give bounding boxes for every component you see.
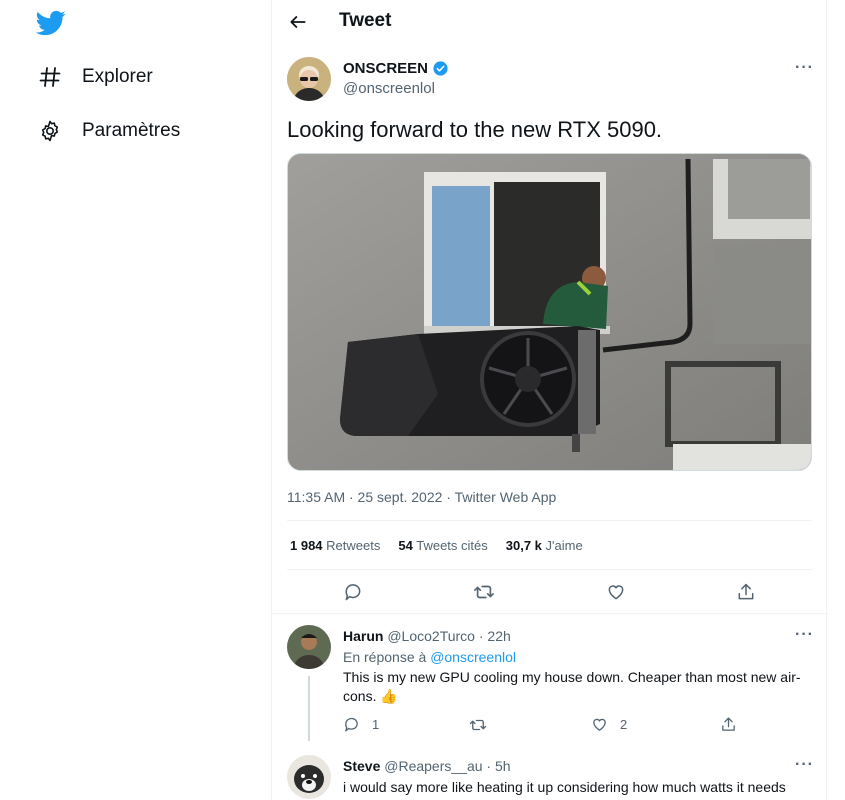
tweet-timestamp: 11:35 AM · 25 sept. 2022 · Twitter Web A… xyxy=(287,489,557,505)
reply-item[interactable]: Steve @Reapers__au · 5h ··· i would say … xyxy=(272,744,826,800)
tweet-actions xyxy=(272,578,826,608)
share-icon[interactable] xyxy=(732,578,760,606)
like-button[interactable]: 2 xyxy=(591,716,627,733)
sidebar-nav: Explorer Paramètres xyxy=(0,0,270,800)
hashtag-icon xyxy=(36,63,64,91)
reply-text: This is my new GPU cooling my house down… xyxy=(343,669,801,704)
retweet-icon[interactable] xyxy=(470,578,498,606)
more-options-icon[interactable]: ··· xyxy=(795,756,814,774)
main-column: Tweet ONSCREEN @onscreenlol ··· Looking … xyxy=(271,0,828,800)
avatar[interactable] xyxy=(287,57,331,101)
thread-line xyxy=(308,676,310,741)
page-header: Tweet xyxy=(272,0,826,44)
retweet-icon xyxy=(469,719,487,731)
like-icon xyxy=(593,718,606,731)
quotes-stat[interactable]: 54 Tweets cités xyxy=(398,538,487,553)
author-name[interactable]: ONSCREEN xyxy=(343,60,449,77)
reply-icon xyxy=(345,717,358,732)
page-title: Tweet xyxy=(339,10,392,31)
mention-link[interactable]: @onscreenlol xyxy=(430,649,516,665)
divider xyxy=(287,520,812,521)
arrow-left-icon[interactable] xyxy=(284,8,312,36)
sidebar-item-parametres[interactable]: Paramètres xyxy=(36,111,180,151)
gear-icon xyxy=(36,117,64,145)
like-icon[interactable] xyxy=(602,578,630,606)
reply-author[interactable]: Steve @Reapers__au · 5h xyxy=(343,758,511,774)
reply-author[interactable]: Harun @Loco2Turco · 22h xyxy=(343,628,511,644)
sidebar-item-explorer[interactable]: Explorer xyxy=(36,57,153,97)
avatar[interactable] xyxy=(287,625,331,669)
retweets-stat[interactable]: 1 984 Retweets xyxy=(290,538,380,553)
tweet-text: Looking forward to the new RTX 5090. xyxy=(287,117,663,142)
avatar[interactable] xyxy=(287,755,331,799)
more-options-icon[interactable]: ··· xyxy=(795,59,814,77)
tweet-stats: 1 984 Retweets 54 Tweets cités 30,7 k J'… xyxy=(290,538,601,553)
likes-stat[interactable]: 30,7 k J'aime xyxy=(506,538,583,553)
twitter-bird-icon[interactable] xyxy=(35,8,66,38)
more-options-icon[interactable]: ··· xyxy=(795,626,814,644)
reply-icon[interactable] xyxy=(339,578,367,606)
divider xyxy=(287,569,812,570)
sidebar-item-label: Explorer xyxy=(82,66,153,87)
tweet-image[interactable] xyxy=(287,153,812,471)
reply-item[interactable]: Harun @Loco2Turco · 22h ··· En réponse à… xyxy=(272,614,826,744)
share-button[interactable] xyxy=(720,716,737,733)
reply-text: i would say more like heating it up cons… xyxy=(343,779,786,795)
reply-to-line: En réponse à @onscreenlol xyxy=(343,649,516,665)
share-icon xyxy=(722,717,735,731)
author-handle[interactable]: @onscreenlol xyxy=(343,80,435,97)
sidebar-item-label: Paramètres xyxy=(82,120,181,141)
retweet-button[interactable] xyxy=(469,716,487,734)
verified-badge-icon xyxy=(433,61,448,76)
reply-button[interactable]: 1 xyxy=(343,716,379,733)
